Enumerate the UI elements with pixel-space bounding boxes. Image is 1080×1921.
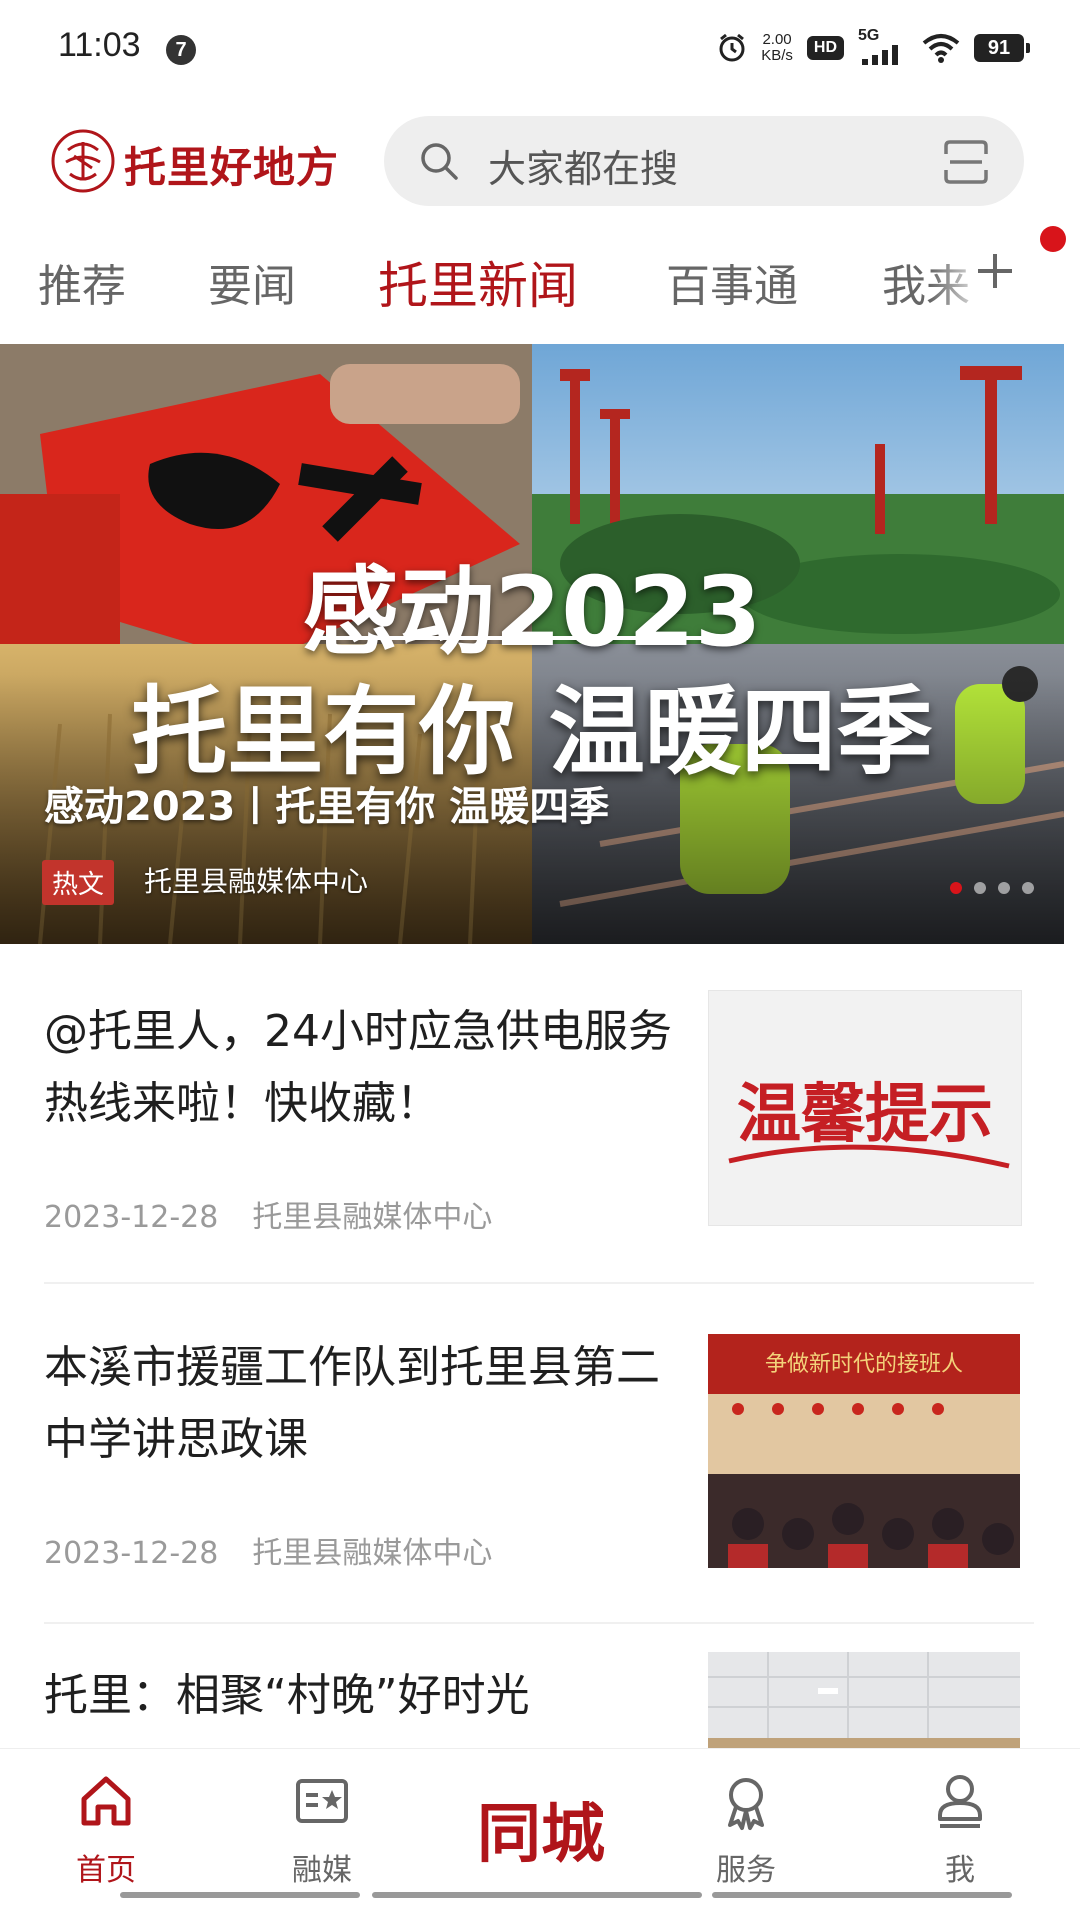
nav-media[interactable]: 融媒 <box>252 1749 392 1899</box>
app-header: 托里好地方 大家都在搜 <box>0 110 1080 210</box>
carousel-indicator <box>950 882 1034 894</box>
net-speed: 2.00 KB/s <box>761 32 793 64</box>
home-icon <box>81 1776 131 1826</box>
tab-tuoli-news[interactable]: 托里新闻 <box>378 246 578 318</box>
channel-tabs: 推荐 要闻 托里新闻 百事通 我来 <box>0 232 1080 322</box>
network-label: 5G <box>858 27 880 44</box>
carousel-dot[interactable] <box>998 882 1010 894</box>
net-speed-unit: KB/s <box>761 47 793 64</box>
news-title: 托里：相聚“村晚”好时光 <box>44 1670 530 1721</box>
net-speed-value: 2.00 <box>762 31 792 48</box>
news-date: 2023-12-28 <box>44 1200 219 1235</box>
notification-count-badge: 7 <box>166 35 196 65</box>
scan-icon[interactable] <box>942 138 990 186</box>
hall-image <box>708 1652 1020 1748</box>
news-item[interactable]: 本溪市援疆工作队到托里县第二中学讲思政课 2023-12-28 托里县融媒体中心 … <box>0 1302 1080 1622</box>
news-source: 托里县融媒体中心 <box>252 1200 493 1235</box>
nav-service-label: 服务 <box>716 1853 776 1888</box>
user-icon <box>938 1775 982 1828</box>
nav-tongcheng[interactable]: 同城 <box>476 1769 606 1879</box>
battery-icon: 91 <box>974 34 1030 62</box>
nav-tongcheng-logo: 同城 <box>477 1797 605 1872</box>
media-card-icon <box>296 1779 348 1823</box>
divider <box>44 1282 1034 1284</box>
carousel-dot[interactable] <box>950 882 962 894</box>
news-meta: 2023-12-28 托里县融媒体中心 <box>44 1528 492 1572</box>
tab-recommend[interactable]: 推荐 <box>38 250 126 314</box>
status-icons: 2.00 KB/s HD 5G 91 <box>717 27 1030 68</box>
carousel-dot[interactable] <box>1022 882 1034 894</box>
banner-source: 托里县融媒体中心 <box>144 865 369 898</box>
banner-slogan: 托里有你 温暖四季 <box>131 676 933 788</box>
banner-headline: 感动2023 <box>302 556 762 668</box>
add-channel-icon[interactable] <box>972 248 1018 294</box>
wifi-icon <box>922 34 960 63</box>
news-item[interactable]: @托里人，24小时应急供电服务热线来啦！快收藏！ 2023-12-28 托里县融媒… <box>0 974 1080 1294</box>
news-item[interactable]: 托里：相聚“村晚”好时光 <box>0 1636 1080 1748</box>
tab-headlines[interactable]: 要闻 <box>208 250 296 314</box>
hot-tag-badge: 热文 <box>42 860 115 905</box>
gesture-bar <box>120 1892 360 1898</box>
news-thumbnail: 争做新时代的接班人 <box>708 1334 1020 1568</box>
news-title: 本溪市援疆工作队到托里县第二中学讲思政课 <box>44 1342 660 1465</box>
logo-seal-icon[interactable] <box>50 128 116 194</box>
gesture-bar <box>712 1892 1012 1898</box>
thumbnail-caption: 争做新时代的接班人 <box>764 1352 963 1377</box>
banner-underline <box>318 636 748 640</box>
status-time: 11:03 <box>58 26 141 64</box>
signal-bars-icon <box>862 45 898 65</box>
search-placeholder: 大家都在搜 <box>488 147 679 191</box>
news-meta: 2023-12-28 托里县融媒体中心 <box>44 1192 492 1236</box>
hd-icon: HD <box>806 36 844 60</box>
gesture-bar <box>372 1892 702 1898</box>
service-badge-icon <box>728 1778 764 1830</box>
status-bar: 11:03 7 2.00 KB/s HD 5G 91 <box>0 0 1080 100</box>
divider <box>44 1622 1034 1624</box>
nav-media-label: 融媒 <box>292 1853 352 1888</box>
alarm-icon <box>719 33 745 62</box>
app-name[interactable]: 托里好地方 <box>124 134 339 195</box>
search-bar[interactable]: 大家都在搜 <box>384 116 1024 206</box>
nav-home-label: 首页 <box>76 1853 136 1888</box>
news-source: 托里县融媒体中心 <box>252 1536 493 1571</box>
nav-home[interactable]: 首页 <box>36 1749 176 1899</box>
news-thumbnail <box>708 1652 1020 1748</box>
nav-service[interactable]: 服务 <box>676 1749 816 1899</box>
search-icon <box>421 143 458 180</box>
thumbnail-swoosh <box>728 1144 1010 1169</box>
tab-baishitong[interactable]: 百事通 <box>666 250 798 314</box>
news-thumbnail: 温馨提示 <box>708 990 1022 1226</box>
notification-dot <box>1040 226 1066 252</box>
news-title: @托里人，24小时应急供电服务热线来啦！快收藏！ <box>44 1006 672 1129</box>
news-date: 2023-12-28 <box>44 1536 219 1571</box>
signal-5g-icon: 5G <box>858 27 908 65</box>
carousel-dot[interactable] <box>974 882 986 894</box>
nav-me[interactable]: 我 <box>890 1749 1030 1899</box>
banner-title: 感动2023丨托里有你 温暖四季 <box>44 784 610 830</box>
banner-carousel[interactable]: 感动2023 托里有你 温暖四季 感动2023丨托里有你 温暖四季 热文 托里县… <box>0 344 1064 944</box>
nav-me-label: 我 <box>945 1853 975 1888</box>
